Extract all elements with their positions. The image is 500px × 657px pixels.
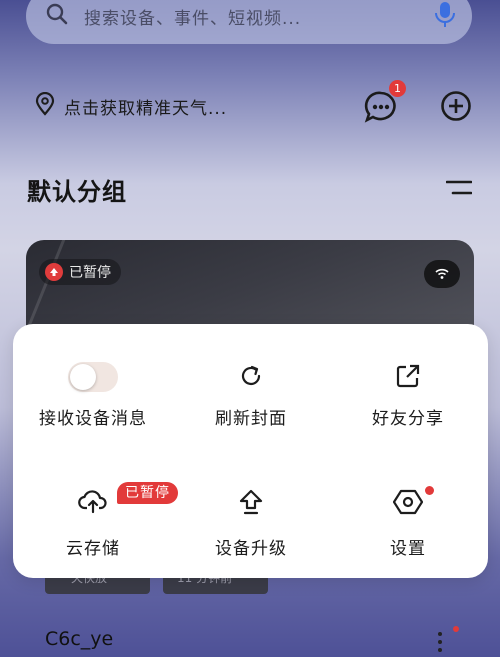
upgrade-arrow-icon [237,488,265,520]
message-count-badge: 1 [389,80,406,97]
more-vertical-icon [433,632,447,657]
camera-status-badge: 已暂停 [39,259,121,285]
share-label: 好友分享 [372,409,444,429]
receive-messages-item[interactable]: 接收设备消息 [13,324,173,444]
sort-menu-button[interactable] [445,180,473,200]
settings-hexagon-icon [392,488,424,520]
search-icon [46,3,68,29]
share-external-icon [394,362,422,394]
location-label: 点击获取精准天气... [64,98,228,119]
settings-alert-dot [425,486,434,495]
toggle-knob [70,364,96,390]
refresh-cover-item[interactable]: 刷新封面 [171,324,331,444]
cloud-paused-badge: 已暂停 [117,482,178,504]
cloud-storage-item[interactable]: 云存储 [13,454,173,578]
share-item[interactable]: 好友分享 [328,324,488,444]
group-title[interactable]: 默认分组 [27,172,127,207]
cloud-upload-icon [45,263,63,281]
device-alert-dot [453,626,459,632]
location-weather[interactable]: 点击获取精准天气... [34,91,228,120]
device-more-button[interactable] [433,630,447,654]
microphone-icon[interactable] [434,0,456,32]
settings-label: 设置 [390,539,426,559]
cloud-storage-label: 云存储 [66,539,120,559]
device-options-menu: 接收设备消息 刷新封面 好友分享 云存储 已暂停 设备升级 设置 [13,324,488,578]
wifi-icon [435,265,449,284]
receive-messages-toggle[interactable] [68,362,118,392]
add-device-button[interactable] [440,90,472,122]
refresh-cover-label: 刷新封面 [215,409,287,429]
device-name: C6c_ye [45,628,114,650]
plus-circle-icon [440,91,472,126]
camera-status-text: 已暂停 [69,265,111,281]
chat-bubble-icon [364,91,398,128]
location-pin-icon [34,91,56,120]
search-bar[interactable]: 搜索设备、事件、短视频... [26,0,472,44]
search-placeholder[interactable]: 搜索设备、事件、短视频... [84,4,434,29]
refresh-icon [237,362,265,394]
preview-image-streak [26,240,72,337]
receive-messages-label: 接收设备消息 [39,409,147,429]
wifi-signal-indicator [424,260,460,288]
device-upgrade-item[interactable]: 设备升级 [171,454,331,578]
cloud-upload-icon [78,488,108,518]
menu-lines-icon [445,180,473,200]
device-upgrade-label: 设备升级 [215,539,287,559]
settings-item[interactable]: 设置 [328,454,488,578]
